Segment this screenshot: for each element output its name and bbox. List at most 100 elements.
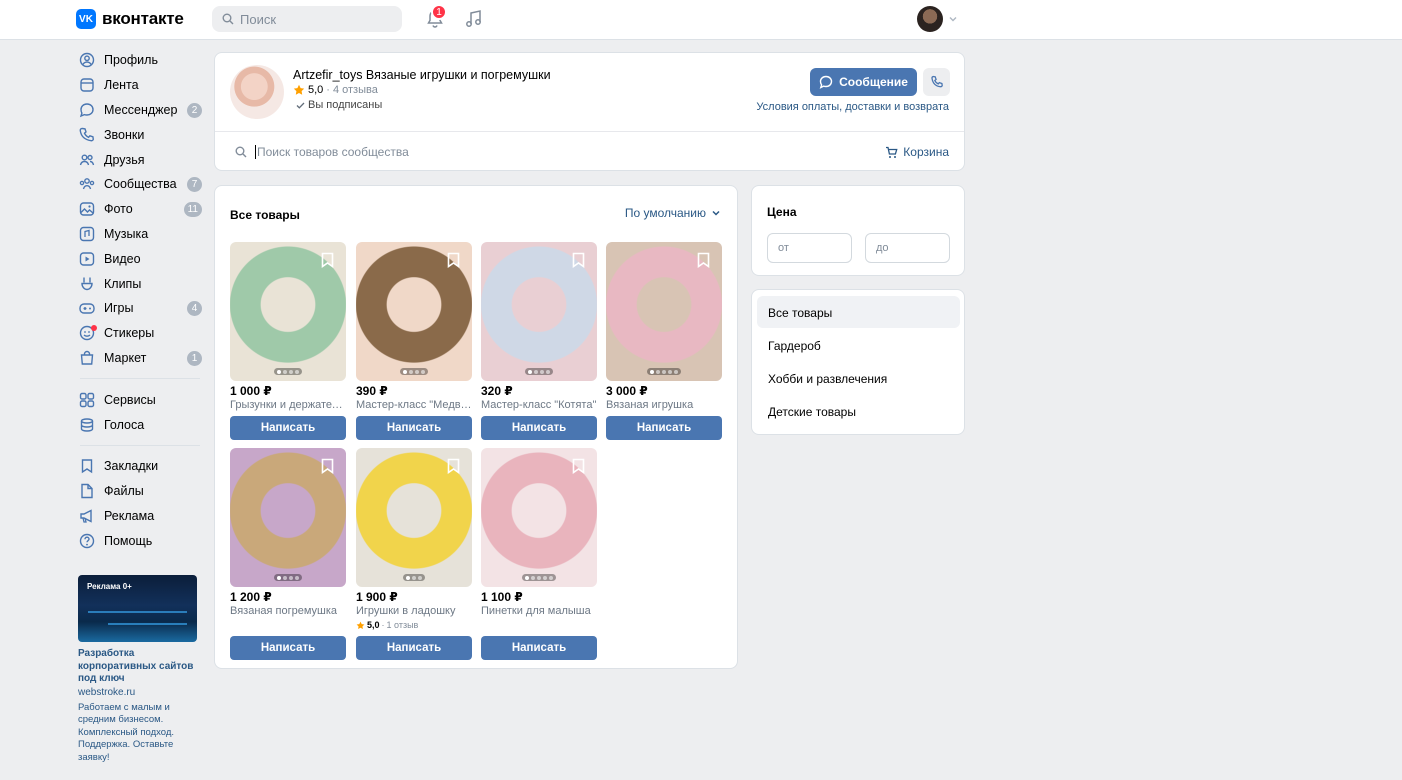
product-card[interactable]: 1 900 ₽ Игрушки в ладошку 5,0 · 1 отзыв <box>356 448 472 630</box>
product-card[interactable]: 1 200 ₽ Вязаная погремушка <box>230 448 346 617</box>
sidebar-item-user-circle[interactable]: Профиль <box>76 48 206 73</box>
sidebar-item-file[interactable]: Файлы <box>76 479 206 504</box>
help-icon <box>78 532 96 550</box>
product-name[interactable]: Мастер-класс "Медвежата" <box>356 399 472 411</box>
sidebar-item-votes[interactable]: Голоса <box>76 412 206 437</box>
subscription-status[interactable]: Вы подписаны <box>295 99 382 111</box>
logo-text: вконтакте <box>102 9 184 28</box>
write-seller-button[interactable]: Написать <box>606 416 722 440</box>
product-name[interactable]: Пинетки для малыша <box>481 605 597 617</box>
product-card[interactable]: 320 ₽ Мастер-класс "Котята" <box>481 242 597 411</box>
product-name[interactable]: Вязаная погремушка <box>230 605 346 617</box>
video-icon <box>78 250 96 268</box>
bookmark-icon[interactable] <box>447 458 460 474</box>
sidebar-item-label: Видео <box>104 251 141 266</box>
write-seller-button[interactable]: Написать <box>230 416 346 440</box>
write-seller-button[interactable]: Написать <box>356 636 472 660</box>
bookmark-icon[interactable] <box>447 252 460 268</box>
product-card[interactable]: 1 100 ₽ Пинетки для малыша <box>481 448 597 617</box>
reviews-link[interactable]: 4 отзыва <box>333 84 378 96</box>
sidebar-item-label: Стикеры <box>104 326 155 341</box>
message-icon <box>78 101 96 119</box>
sidebar-item-services[interactable]: Сервисы <box>76 387 206 412</box>
sidebar-item-stickers[interactable]: Стикеры <box>76 321 206 346</box>
ad-title[interactable]: Разработка корпоративных сайтов под ключ <box>78 648 198 686</box>
product-photo[interactable] <box>356 242 472 381</box>
vk-logo[interactable]: VK вконтакте <box>76 9 184 29</box>
sidebar-item-clips[interactable]: Клипы <box>76 271 206 296</box>
friends-icon <box>78 151 96 169</box>
sort-label: По умолчанию <box>624 206 706 220</box>
sidebar-item-games[interactable]: Игры 4 <box>76 296 206 321</box>
bookmark-icon[interactable] <box>321 458 334 474</box>
cart-link[interactable]: Корзина <box>885 145 949 159</box>
ad-domain[interactable]: webstroke.ru <box>78 687 198 698</box>
sidebar-item-feed[interactable]: Лента <box>76 73 206 98</box>
sidebar-item-label: Друзья <box>104 152 145 167</box>
product-price: 1 200 ₽ <box>230 590 272 604</box>
sidebar-item-bookmark[interactable]: Закладки <box>76 454 206 479</box>
write-seller-button[interactable]: Написать <box>481 416 597 440</box>
product-photo[interactable] <box>230 242 346 381</box>
product-price: 3 000 ₽ <box>606 384 648 398</box>
terms-link[interactable]: Условия оплаты, доставки и возврата <box>756 101 949 113</box>
write-seller-button[interactable]: Написать <box>356 416 472 440</box>
category-item[interactable]: Хобби и развлечения <box>757 362 960 394</box>
sort-dropdown[interactable]: По умолчанию <box>625 206 721 220</box>
product-photo[interactable] <box>230 448 346 587</box>
sidebar-item-photo[interactable]: Фото 11 <box>76 197 206 222</box>
product-name[interactable]: Мастер-класс "Котята" <box>481 399 597 411</box>
sidebar-item-megaphone[interactable]: Реклама <box>76 504 206 529</box>
write-seller-button[interactable]: Написать <box>481 636 597 660</box>
product-name[interactable]: Грызунки и держатели для пустышек <box>230 399 346 411</box>
sidebar-item-message[interactable]: Мессенджер 2 <box>76 98 206 123</box>
sidebar-item-video[interactable]: Видео <box>76 246 206 271</box>
bookmark-icon[interactable] <box>572 252 585 268</box>
write-seller-button[interactable]: Написать <box>230 636 346 660</box>
shop-avatar[interactable] <box>230 65 284 119</box>
category-item[interactable]: Все товары <box>757 296 960 328</box>
sidebar-item-phone[interactable]: Звонки <box>76 122 206 147</box>
product-card[interactable]: 390 ₽Мастер-класс "Медвежата" <box>356 242 472 411</box>
bookmark-icon[interactable] <box>697 252 710 268</box>
shop-name[interactable]: Artzefir_toys Вязаные игрушки и погремуш… <box>293 68 551 82</box>
price-to-input[interactable]: до <box>865 233 950 263</box>
sidebar-item-friends[interactable]: Друзья <box>76 147 206 172</box>
category-item[interactable]: Детские товары <box>757 395 960 427</box>
chevron-down-icon[interactable] <box>948 14 958 24</box>
product-name[interactable]: Игрушки в ладошку <box>356 605 472 617</box>
product-photo[interactable] <box>356 448 472 587</box>
ad-image[interactable]: Реклама 0+ <box>78 575 197 642</box>
sidebar-item-label: Клипы <box>104 276 142 291</box>
product-card[interactable]: 3 000 ₽ Вязаная игрушка <box>606 242 722 411</box>
sidebar-item-help[interactable]: Помощь <box>76 528 206 553</box>
product-reviews[interactable]: 1 отзыв <box>387 620 419 630</box>
user-avatar[interactable] <box>917 6 943 32</box>
ad-text: Работаем с малым и средним бизнесом. Ком… <box>78 701 175 763</box>
sidebar-ad[interactable]: Реклама 0+ Разработка корпоративных сайт… <box>78 575 198 764</box>
bookmark-icon[interactable] <box>572 458 585 474</box>
product-card[interactable]: 1 000 ₽Грызунки и держатели для пустышек <box>230 242 346 411</box>
sidebar-item-music[interactable]: Музыка <box>76 222 206 247</box>
top-bar: VK вконтакте Поиск 1 <box>0 0 1402 40</box>
product-photo[interactable] <box>481 242 597 381</box>
message-button[interactable]: Сообщение <box>810 68 917 96</box>
goods-search-input[interactable]: Поиск товаров сообщества <box>235 145 409 159</box>
price-filter-card: Цена от до <box>751 185 965 276</box>
categories-card: Все товары Гардероб Хобби и развлечения Дет… <box>751 289 965 435</box>
category-item[interactable]: Гардероб <box>757 329 960 361</box>
sidebar-item-communities[interactable]: Сообщества 7 <box>76 172 206 197</box>
product-photo[interactable] <box>481 448 597 587</box>
photo-pager-dots <box>525 368 553 375</box>
shop-header-card: Artzefir_toys Вязаные игрушки и погремуш… <box>214 52 965 171</box>
price-from-input[interactable]: от <box>767 233 852 263</box>
product-photo[interactable] <box>606 242 722 381</box>
product-name[interactable]: Вязаная игрушка <box>606 399 722 411</box>
music-icon[interactable] <box>463 8 485 30</box>
cart-icon <box>886 146 898 158</box>
bookmark-icon[interactable] <box>321 252 334 268</box>
call-button[interactable] <box>923 68 950 96</box>
chevron-down-icon <box>712 210 720 216</box>
sidebar-item-market[interactable]: Маркет 1 <box>76 346 206 371</box>
search-input[interactable]: Поиск <box>212 6 402 32</box>
